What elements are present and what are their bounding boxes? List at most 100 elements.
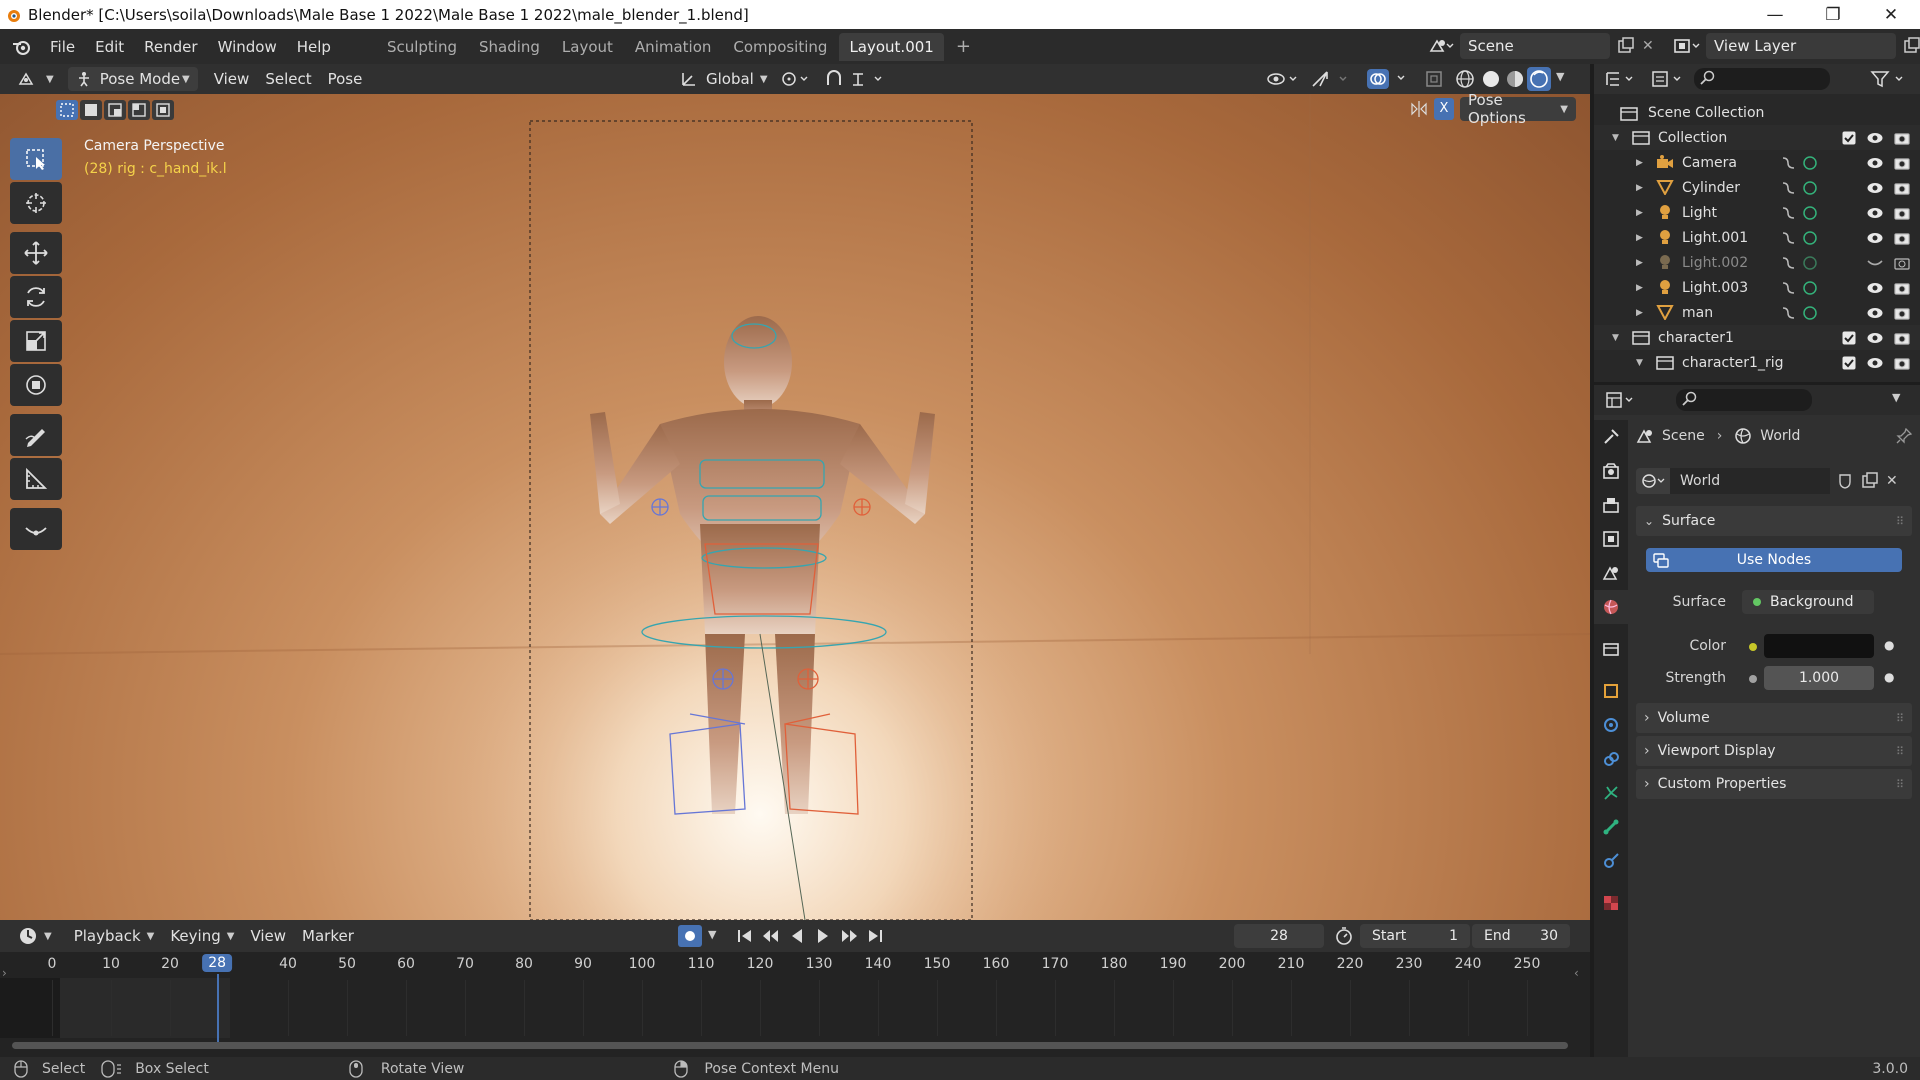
tab-constraints[interactable] (1594, 742, 1628, 776)
display-mode-icon[interactable] (1650, 69, 1686, 89)
world-name-field[interactable]: World (1670, 468, 1830, 494)
tab-layout[interactable]: Layout (552, 33, 623, 61)
collapse-right-icon[interactable]: ‹ (1574, 966, 1579, 980)
outliner-item[interactable]: ▶ Camera (1594, 150, 1920, 175)
keyframe-dot-icon[interactable]: ● (1884, 638, 1894, 652)
tab-bone-constraints[interactable] (1594, 844, 1628, 878)
expand-toggle-icon[interactable]: ▼ (1612, 133, 1619, 143)
tab-bone[interactable] (1594, 810, 1628, 844)
select-intersect-icon[interactable] (152, 100, 174, 120)
material-preview-icon[interactable] (1504, 68, 1526, 90)
tab-render[interactable] (1594, 454, 1628, 488)
select-extend-icon[interactable] (80, 100, 102, 120)
expand-toggle-icon[interactable]: ▶ (1636, 283, 1643, 293)
render-camera-icon[interactable] (1894, 331, 1910, 345)
auto-keying-icon[interactable] (678, 925, 702, 947)
play-icon[interactable] (812, 925, 834, 947)
expand-toggle-icon[interactable]: ▶ (1636, 233, 1643, 243)
tab-compositing[interactable]: Compositing (723, 33, 837, 61)
render-camera-icon[interactable] (1894, 256, 1910, 270)
tab-collection[interactable] (1594, 632, 1628, 666)
eye-icon[interactable] (1866, 156, 1884, 170)
tab-layout-001[interactable]: Layout.001 (839, 32, 944, 61)
outliner-scene-collection[interactable]: Scene Collection (1594, 100, 1920, 125)
eye-icon[interactable] (1866, 331, 1884, 345)
gizmo-icon[interactable] (1310, 69, 1350, 89)
pin-icon[interactable] (1896, 428, 1912, 444)
outliner-search-input[interactable] (1694, 68, 1830, 90)
outliner-item[interactable]: ▶ Cylinder (1594, 175, 1920, 200)
eye-icon[interactable] (1866, 306, 1884, 320)
view-layer-icon[interactable] (1672, 36, 1700, 56)
breadcrumb-scene[interactable]: Scene (1662, 428, 1705, 444)
render-camera-icon[interactable] (1894, 231, 1910, 245)
mode-dropdown[interactable]: Pose Mode ▼ (67, 67, 198, 91)
blender-menu-icon[interactable] (12, 38, 32, 56)
drag-handle-icon[interactable]: ⠿ (1896, 515, 1904, 528)
pose-menu[interactable]: Pose (320, 67, 371, 91)
mirror-icon[interactable] (1410, 100, 1428, 118)
eye-icon[interactable] (1866, 181, 1884, 195)
viewport-display-panel-header[interactable]: › Viewport Display ⠿ (1636, 736, 1912, 766)
expand-toggle-icon[interactable]: ▶ (1636, 158, 1643, 168)
eye-icon[interactable] (1866, 281, 1884, 295)
menu-file[interactable]: File (40, 38, 85, 56)
tab-scene[interactable] (1594, 556, 1628, 590)
auto-keying-options-icon[interactable]: ▼ (708, 928, 716, 941)
world-color-swatch[interactable] (1764, 634, 1874, 658)
annotate-tool[interactable] (10, 414, 62, 456)
select-box-tool[interactable] (10, 138, 62, 180)
xray-icon[interactable] (1424, 69, 1444, 89)
minimize-button[interactable]: — (1746, 5, 1804, 25)
outliner-item[interactable]: ▼ character1 (1594, 325, 1920, 350)
eye-icon[interactable] (1866, 356, 1884, 370)
new-view-layer-icon[interactable] (1902, 36, 1920, 56)
menu-help[interactable]: Help (287, 38, 341, 56)
overlays-icon[interactable] (1366, 68, 1410, 90)
timeline-scrollbar[interactable] (12, 1042, 1568, 1049)
tab-texture[interactable] (1594, 886, 1628, 920)
pose-options-dropdown[interactable]: Pose Options ▼ (1460, 91, 1576, 127)
pose-tool[interactable] (10, 508, 62, 550)
keying-menu[interactable]: Keying ▼ (162, 924, 242, 948)
new-world-icon[interactable] (1860, 471, 1880, 491)
select-subtract-icon[interactable] (104, 100, 126, 120)
maximize-button[interactable]: ❐ (1804, 5, 1862, 25)
unlink-scene-icon[interactable]: ✕ (1642, 38, 1654, 54)
select-invert-icon[interactable] (128, 100, 150, 120)
end-frame-field[interactable]: End 30 (1472, 924, 1570, 948)
3d-viewport[interactable] (0, 94, 1590, 920)
outliner-item[interactable]: ▶ Light.001 (1594, 225, 1920, 250)
render-camera-icon[interactable] (1894, 206, 1910, 220)
rendered-shading-icon[interactable] (1526, 66, 1552, 92)
tab-sculpting[interactable]: Sculpting (377, 33, 467, 61)
outliner-item[interactable]: ▶ man (1594, 300, 1920, 325)
view-menu[interactable]: View (206, 67, 258, 91)
editor-type-button[interactable]: ▼ (10, 67, 62, 91)
outliner-editor-icon[interactable] (1604, 69, 1636, 89)
start-frame-field[interactable]: Start 1 (1360, 924, 1470, 948)
select-menu[interactable]: Select (257, 67, 319, 91)
outliner-item[interactable]: ▶ Light.003 (1594, 275, 1920, 300)
outliner-item[interactable]: ▶ Light (1594, 200, 1920, 225)
transform-tool[interactable] (10, 364, 62, 406)
outliner-item[interactable]: ▶ Light.002 (1594, 250, 1920, 275)
expand-toggle-icon[interactable]: ▶ (1636, 183, 1643, 193)
current-frame-marker[interactable]: 28 (202, 954, 233, 972)
expand-toggle-icon[interactable]: ▶ (1636, 208, 1643, 218)
snap-target-icon[interactable] (850, 69, 884, 89)
new-scene-icon[interactable] (1616, 36, 1636, 56)
cursor-tool[interactable] (10, 182, 62, 224)
stopwatch-icon[interactable] (1334, 926, 1354, 946)
expand-toggle-icon[interactable]: ▶ (1636, 258, 1643, 268)
tab-physics[interactable] (1594, 708, 1628, 742)
rotate-tool[interactable] (10, 276, 62, 318)
menu-window[interactable]: Window (208, 38, 287, 56)
move-tool[interactable] (10, 232, 62, 274)
snap-icon[interactable] (824, 69, 844, 89)
current-frame-field[interactable]: 28 (1234, 924, 1324, 948)
expand-toggle-icon[interactable]: ▼ (1636, 358, 1643, 368)
drag-handle-icon[interactable]: ⠿ (1896, 745, 1904, 758)
eye-icon[interactable] (1866, 131, 1884, 145)
marker-menu[interactable]: Marker (294, 924, 362, 948)
